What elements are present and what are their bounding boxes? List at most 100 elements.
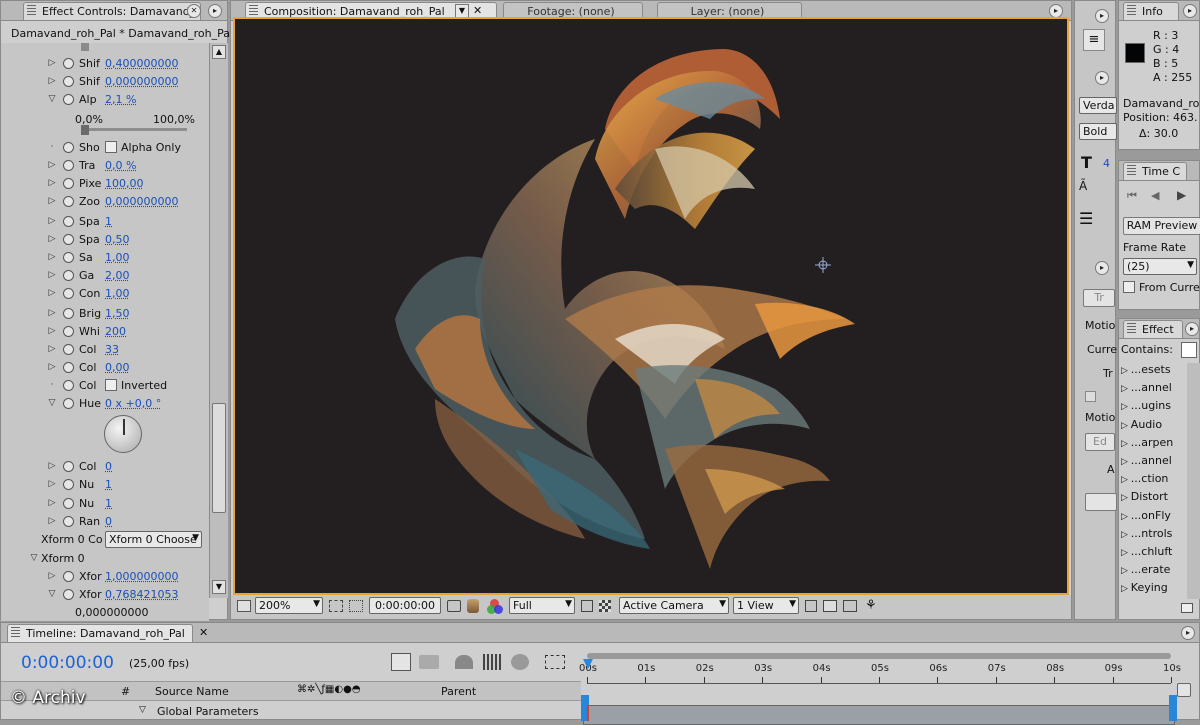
tracker-button[interactable]: Tr <box>1083 289 1115 307</box>
panel-grip-icon[interactable] <box>1127 165 1136 176</box>
panel-grip-icon[interactable] <box>27 5 36 16</box>
twirl-right-icon[interactable]: ▷ <box>1121 384 1131 394</box>
close-tab-button[interactable]: ✕ <box>473 4 482 17</box>
align-icon[interactable]: ≡ <box>1083 29 1105 51</box>
alpha-slider-track[interactable] <box>81 128 187 131</box>
panel-menu-button[interactable]: ▸ <box>1183 4 1197 18</box>
effects-category-item[interactable]: ▷ ...ction <box>1121 472 1187 489</box>
close-tab-button[interactable]: ✕ <box>187 4 201 18</box>
stopwatch-icon[interactable] <box>63 288 74 299</box>
panel-grip-icon[interactable] <box>1127 323 1136 334</box>
panel-grip-icon[interactable] <box>1127 5 1136 16</box>
twirl-right-icon[interactable]: ▷ <box>1121 548 1131 558</box>
twirl-down-icon[interactable]: ▽ <box>29 553 39 563</box>
stopwatch-icon[interactable] <box>63 326 74 337</box>
stopwatch-icon[interactable] <box>63 589 74 600</box>
flowchart-icon[interactable]: ⚘ <box>865 598 877 613</box>
time-ruler[interactable]: 00s 01s 02s 03s 04s 05s 06s 07s 08s 09s 10s <box>579 649 1181 725</box>
panel-menu-button[interactable]: ▸ <box>1185 322 1199 336</box>
resolution-dropdown[interactable]: Full ▼ <box>509 597 575 614</box>
twirl-right-icon[interactable]: ▷ <box>1121 530 1131 540</box>
effects-category-item[interactable]: ▷ Distort <box>1121 490 1187 507</box>
xfor-value-1[interactable]: 1,000000000 <box>105 570 178 583</box>
twirl-right-icon[interactable]: ▷ <box>47 516 57 526</box>
param-value[interactable]: 0,50 <box>105 233 130 246</box>
panel-menu-button[interactable]: ▸ <box>1181 626 1195 640</box>
stopwatch-icon[interactable] <box>63 479 74 490</box>
frame-rate-dropdown[interactable]: (25) ▼ <box>1123 258 1197 275</box>
param-value[interactable]: 200 <box>105 325 126 338</box>
stopwatch-icon[interactable] <box>63 516 74 527</box>
twirl-right-icon[interactable]: ▷ <box>47 326 57 336</box>
timeline-icon[interactable] <box>843 600 857 612</box>
panel-menu-button[interactable]: ▸ <box>208 4 222 18</box>
param-value[interactable]: 1 <box>105 497 112 510</box>
twirl-right-icon[interactable]: ▷ <box>47 160 57 170</box>
twirl-right-icon[interactable]: ▷ <box>1121 402 1131 412</box>
view-layout-dropdown[interactable]: 1 View ▼ <box>733 597 799 614</box>
effect-scrollbar[interactable]: ▲ ▼ <box>209 43 228 598</box>
twirl-right-icon[interactable]: ▷ <box>47 362 57 372</box>
timeline-timecode[interactable]: 0:00:00:00 <box>21 653 114 673</box>
toggle-pixel-aspect-icon[interactable] <box>805 600 817 612</box>
stopwatch-icon[interactable] <box>63 178 74 189</box>
twirl-right-icon[interactable]: ▷ <box>47 196 57 206</box>
composition-viewer[interactable] <box>233 17 1069 595</box>
effects-category-item[interactable]: ▷ ...ugins <box>1121 399 1187 416</box>
effects-category-item[interactable]: ▷ Audio <box>1121 418 1187 435</box>
show-snapshot-icon[interactable] <box>467 599 479 613</box>
alpha-slider-thumb[interactable] <box>81 125 89 135</box>
hue-dial[interactable] <box>104 415 142 453</box>
ram-preview-button[interactable]: RAM Preview <box>1123 217 1200 235</box>
xfor-value-2[interactable]: 0,768421053 <box>105 588 178 601</box>
mask-icon[interactable] <box>349 600 363 612</box>
channel-rgb-icon[interactable] <box>487 599 503 615</box>
twirl-right-icon[interactable]: ▷ <box>47 216 57 226</box>
scroll-thumb[interactable] <box>212 403 226 513</box>
camera-dropdown[interactable]: Active Camera ▼ <box>619 597 729 614</box>
effects-category-item[interactable]: ▷ ...annel <box>1121 381 1187 398</box>
layer-row[interactable]: ▽ Global Parameters <box>1 703 581 721</box>
twirl-right-icon[interactable]: ▷ <box>47 270 57 280</box>
twirl-right-icon[interactable]: ▷ <box>47 461 57 471</box>
param-checkbox[interactable] <box>105 141 117 153</box>
stopwatch-icon[interactable] <box>63 94 74 105</box>
panel-menu-button[interactable]: ▸ <box>1095 261 1109 275</box>
param-value[interactable]: 1,00 <box>105 251 130 264</box>
xform-group-row[interactable]: ▽ Xform 0 <box>1 550 209 568</box>
stopwatch-icon[interactable] <box>63 498 74 509</box>
stopwatch-icon[interactable] <box>63 252 74 263</box>
xform-choose-dropdown[interactable]: Xform 0 Choose ▼ <box>105 531 202 548</box>
twirl-right-icon[interactable]: ▷ <box>1121 566 1131 576</box>
twirl-right-icon[interactable]: ▷ <box>1121 512 1131 522</box>
panel-menu-button[interactable]: ▸ <box>1095 71 1109 85</box>
tab-timeline[interactable]: Timeline: Damavand_roh_Pal <box>7 624 193 642</box>
frame-blending-icon[interactable] <box>483 654 501 670</box>
param-value[interactable]: 100,00 <box>105 177 144 190</box>
text-size-value[interactable]: 4 <box>1103 157 1110 170</box>
effects-category-item[interactable]: ▷ ...annel <box>1121 454 1187 471</box>
stopwatch-icon[interactable] <box>63 380 74 391</box>
contains-search-input[interactable] <box>1181 342 1197 358</box>
comp-mini-flowchart-icon[interactable] <box>391 653 411 671</box>
twirl-right-icon[interactable]: ▷ <box>1121 584 1131 594</box>
param-value[interactable]: 1,00 <box>105 287 130 300</box>
scroll-down-button[interactable]: ▼ <box>212 580 226 594</box>
effects-category-item[interactable]: ▷ ...ntrols <box>1121 527 1187 544</box>
stopwatch-icon[interactable] <box>63 216 74 227</box>
param-value[interactable]: 1 <box>105 478 112 491</box>
safe-zones-icon[interactable] <box>329 600 343 612</box>
play-icon[interactable]: ▶ <box>1177 188 1186 202</box>
previous-frame-icon[interactable]: ◀ <box>1151 189 1159 202</box>
zoom-out-icon[interactable] <box>1177 683 1191 697</box>
twirl-right-icon[interactable]: ▷ <box>47 344 57 354</box>
twirl-right-icon[interactable]: ▷ <box>47 178 57 188</box>
twirl-right-icon[interactable]: ▷ <box>47 58 57 68</box>
apply-button[interactable] <box>1085 493 1117 511</box>
always-preview-icon[interactable] <box>237 600 251 612</box>
param-checkbox[interactable] <box>105 379 117 391</box>
panel-grip-icon[interactable] <box>11 627 20 638</box>
scroll-up-button[interactable]: ▲ <box>212 45 226 59</box>
edit-target-button[interactable]: Ed <box>1085 433 1115 451</box>
twirl-right-icon[interactable]: ▷ <box>1121 439 1131 449</box>
